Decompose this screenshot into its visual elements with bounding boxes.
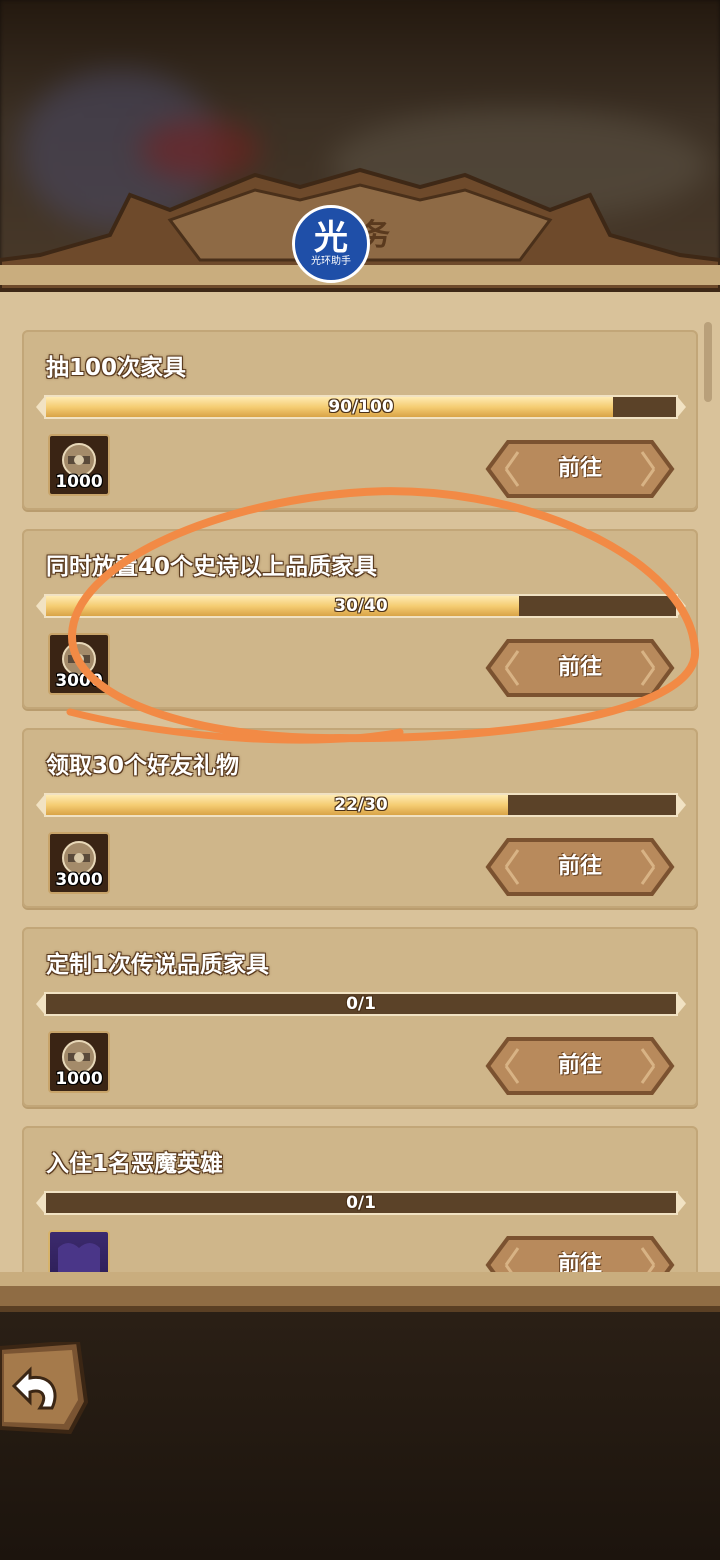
task-title: 抽100次家具 [46,355,187,381]
task-card: 领取30个好友礼物 22/30 3000 前往 [22,728,698,908]
progress-bar: 30/40 [36,591,686,621]
go-button-label: 前往 [557,655,602,680]
reward-quantity: 3000 [55,671,103,691]
go-button[interactable]: 前往 [484,1035,676,1097]
watermark-logo: 光 光环助手 [292,205,370,283]
go-button[interactable]: 前往 [484,438,676,500]
progress-bar: 22/30 [36,790,686,820]
watermark-glyph: 光 [314,217,348,258]
hero-card-icon [58,1243,100,1274]
task-title: 同时放置40个史诗以上品质家具 [46,554,378,580]
reward-quantity: 3000 [55,870,103,890]
progress-bar: 0/1 [36,989,686,1019]
task-card: 定制1次传说品质家具 0/1 1000 前往 [22,927,698,1107]
reward-quantity: 1000 [55,472,103,492]
progress-bar: 0/1 [36,1188,686,1218]
reward-item[interactable] [48,1230,110,1275]
progress-bar: 90/100 [36,392,686,422]
task-title: 领取30个好友礼物 [46,753,240,779]
go-button[interactable]: 前往 [484,637,676,699]
task-title: 定制1次传说品质家具 [46,952,270,978]
reward-item[interactable]: 3000 [48,633,110,695]
go-button[interactable]: 前往 [484,1234,676,1275]
go-button-label: 前往 [557,1252,602,1275]
go-button-label: 前往 [557,456,602,481]
progress-text: 30/40 [334,596,388,616]
back-arrow-icon [0,1339,89,1435]
task-list: 抽100次家具 90/100 1000 前往 同时放置40个史诗以上品质家具 3… [0,300,720,1275]
progress-text: 22/30 [334,795,388,815]
task-card: 同时放置40个史诗以上品质家具 30/40 3000 前往 [22,529,698,709]
task-card: 入住1名恶魔英雄 0/1 前往 [22,1126,698,1275]
go-button-label: 前往 [557,854,602,879]
reward-quantity: 1000 [55,1069,103,1089]
progress-text: 0/1 [346,1193,376,1213]
reward-item[interactable]: 1000 [48,434,110,496]
back-button[interactable] [0,1339,89,1435]
go-button[interactable]: 前往 [484,836,676,898]
watermark-text: 光环助手 [311,255,351,267]
reward-item[interactable]: 3000 [48,832,110,894]
task-title: 入住1名恶魔英雄 [46,1151,224,1177]
panel-bottom-trim [0,1272,720,1312]
task-card: 抽100次家具 90/100 1000 前往 [22,330,698,510]
progress-text: 90/100 [328,397,394,417]
progress-text: 0/1 [346,994,376,1014]
go-button-label: 前往 [557,1053,602,1078]
reward-item[interactable]: 1000 [48,1031,110,1093]
blurred-background-bottom [0,1300,720,1560]
